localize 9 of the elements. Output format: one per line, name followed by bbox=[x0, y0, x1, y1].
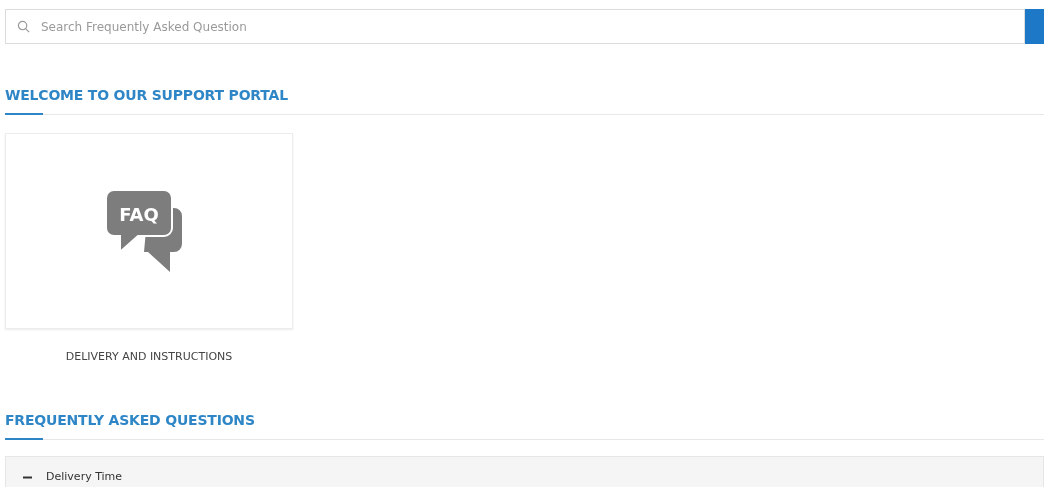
search-icon bbox=[17, 20, 30, 33]
section-heading: WELCOME TO OUR SUPPORT PORTAL bbox=[5, 87, 288, 103]
category-label[interactable]: DELIVERY AND INSTRUCTIONS bbox=[65, 349, 233, 366]
faq-question: Delivery Time bbox=[46, 468, 123, 485]
search-field[interactable]: Search Frequently Asked Question bbox=[5, 9, 1025, 44]
category-card[interactable]: FAQ bbox=[5, 133, 293, 329]
faq-item[interactable]: Delivery Time bbox=[5, 455, 1044, 487]
search-button[interactable] bbox=[1025, 9, 1044, 44]
section-heading: FREQUENTLY ASKED QUESTIONS bbox=[5, 411, 255, 428]
